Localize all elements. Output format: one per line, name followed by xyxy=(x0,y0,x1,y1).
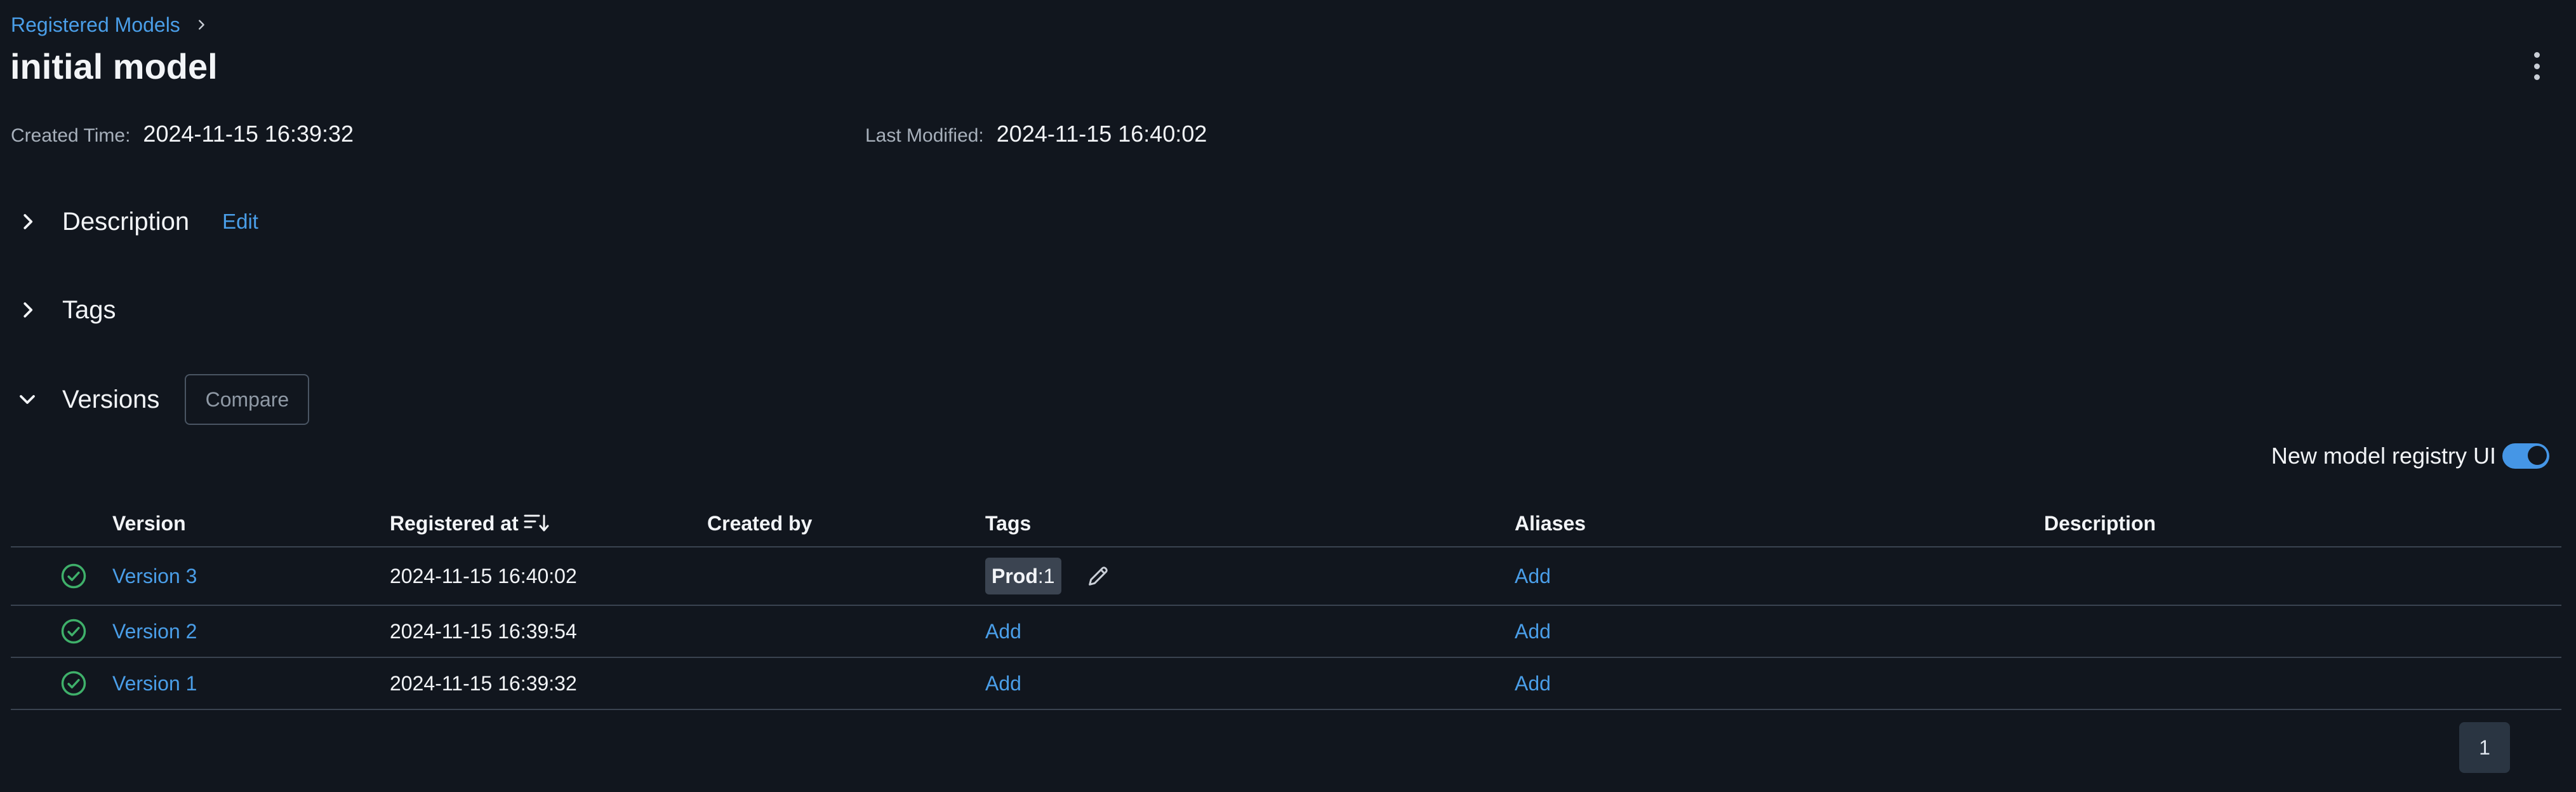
version-link[interactable]: Version 3 xyxy=(112,565,197,588)
versions-section: Versions Compare xyxy=(18,373,310,426)
status-cell xyxy=(60,658,87,709)
column-header-aliases: Aliases xyxy=(1515,511,1586,535)
registered-at-cell: 2024-11-15 16:39:32 xyxy=(390,671,577,695)
last-modified-label: Last Modified: xyxy=(865,125,984,146)
versions-section-title[interactable]: Versions xyxy=(62,386,159,414)
add-tag-link[interactable]: Add xyxy=(985,672,1021,695)
version-cell: Version 2 xyxy=(112,606,197,657)
table-row: Version 3 2024-11-15 16:40:02 Prod: 1 Ad… xyxy=(11,547,2561,606)
compare-button[interactable]: Compare xyxy=(185,374,310,425)
pencil-icon[interactable] xyxy=(1086,563,1111,589)
tags-section: Tags xyxy=(18,291,116,329)
column-header-created-by: Created by xyxy=(707,511,813,535)
check-circle-icon xyxy=(61,671,86,696)
description-edit-link[interactable]: Edit xyxy=(222,210,258,234)
description-section-title[interactable]: Description xyxy=(62,208,189,236)
tag-chip: Prod: 1 xyxy=(985,558,1061,594)
versions-table: Version Registered at Created by Tags Al… xyxy=(11,500,2561,710)
tags-cell: Add xyxy=(985,658,1021,709)
tags-cell: Add xyxy=(985,606,1021,657)
registered-at-cell: 2024-11-15 16:40:02 xyxy=(390,564,577,587)
chevron-right-icon xyxy=(198,20,204,30)
add-alias-link[interactable]: Add xyxy=(1515,565,1551,588)
aliases-cell: Add xyxy=(1515,606,1551,657)
created-time-label: Created Time: xyxy=(11,125,131,146)
registry-ui-toggle-row: New model registry UI xyxy=(2271,440,2549,473)
add-tag-link[interactable]: Add xyxy=(985,620,1021,643)
version-cell: Version 1 xyxy=(112,658,197,709)
chevron-right-icon[interactable] xyxy=(18,212,37,231)
breadcrumb: Registered Models xyxy=(11,11,208,38)
table-row: Version 2 2024-11-15 16:39:54 Add Add xyxy=(11,606,2561,658)
chevron-right-icon[interactable] xyxy=(18,300,37,319)
check-circle-icon xyxy=(61,619,86,644)
registry-ui-toggle[interactable] xyxy=(2502,443,2549,469)
aliases-cell: Add xyxy=(1515,547,1551,605)
tags-section-title[interactable]: Tags xyxy=(62,296,116,325)
add-alias-link[interactable]: Add xyxy=(1515,672,1551,695)
description-section: Description Edit xyxy=(18,203,258,241)
last-modified: Last Modified: 2024-11-15 16:40:02 xyxy=(865,121,1207,149)
kebab-menu-icon[interactable] xyxy=(2525,52,2548,80)
version-link[interactable]: Version 2 xyxy=(112,620,197,643)
chevron-down-icon[interactable] xyxy=(18,390,37,409)
column-header-registered-at-label: Registered at xyxy=(390,511,519,535)
pagination-page-button[interactable]: 1 xyxy=(2459,722,2510,773)
status-cell xyxy=(60,606,87,657)
created-time-value: 2024-11-15 16:39:32 xyxy=(143,121,354,147)
tags-cell: Prod: 1 xyxy=(985,547,1111,605)
created-time: Created Time: 2024-11-15 16:39:32 xyxy=(11,121,354,149)
tag-separator: : xyxy=(1037,564,1044,587)
table-row: Version 1 2024-11-15 16:39:32 Add Add xyxy=(11,658,2561,710)
column-header-tags: Tags xyxy=(985,511,1032,535)
aliases-cell: Add xyxy=(1515,658,1551,709)
check-circle-icon xyxy=(61,563,86,589)
column-header-registered-at[interactable]: Registered at xyxy=(390,500,549,546)
tag-key: Prod xyxy=(992,564,1038,587)
status-cell xyxy=(60,547,87,605)
version-cell: Version 3 xyxy=(112,547,197,605)
breadcrumb-registered-models-link[interactable]: Registered Models xyxy=(11,13,180,37)
tag-value: 1 xyxy=(1043,564,1055,587)
column-header-version: Version xyxy=(112,511,186,535)
page-title: initial model xyxy=(10,46,218,86)
column-header-description: Description xyxy=(2044,511,2156,535)
registered-at-cell: 2024-11-15 16:39:54 xyxy=(390,619,577,643)
table-header: Version Registered at Created by Tags Al… xyxy=(11,500,2561,547)
version-link[interactable]: Version 1 xyxy=(112,672,197,695)
sort-descending-icon[interactable] xyxy=(524,512,549,535)
registry-ui-toggle-label: New model registry UI xyxy=(2271,443,2496,469)
last-modified-value: 2024-11-15 16:40:02 xyxy=(996,121,1207,147)
add-alias-link[interactable]: Add xyxy=(1515,620,1551,643)
